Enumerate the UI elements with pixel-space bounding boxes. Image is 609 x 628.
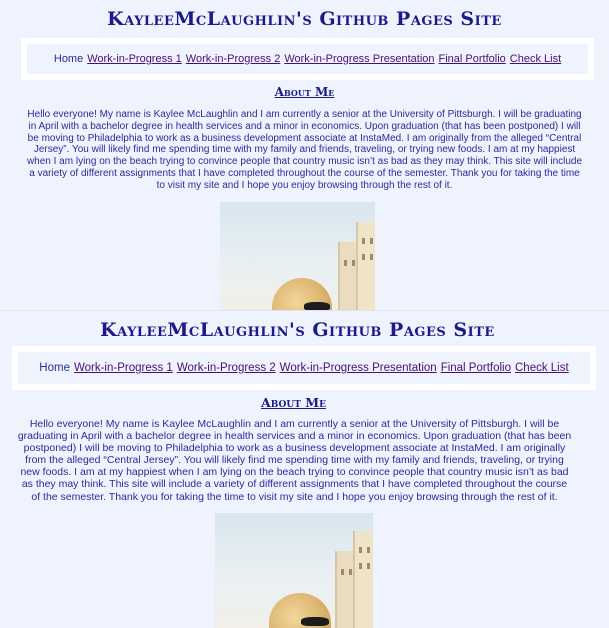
about-text: Hello everyone! My name is Kaylee McLaug… xyxy=(17,418,572,503)
nav-link-final-portfolio[interactable]: Final Portfolio xyxy=(441,362,511,374)
nav-link-wip-presentation[interactable]: Work-in-Progress Presentation xyxy=(280,362,437,374)
photo-window xyxy=(370,238,373,244)
photo-window xyxy=(362,254,365,260)
about-heading: About Me xyxy=(261,395,326,410)
nav-bar: Home Work-in-Progress 1 Work-in-Progress… xyxy=(12,346,596,390)
page-view-top: KayleeMcLaughlin's Github Pages Site Hom… xyxy=(0,0,609,310)
nav-home[interactable]: Home xyxy=(54,53,83,65)
nav-inner: Home Work-in-Progress 1 Work-in-Progress… xyxy=(27,44,588,74)
photo-window xyxy=(344,260,347,266)
nav-bar: Home Work-in-Progress 1 Work-in-Progress… xyxy=(21,38,594,80)
photo-window xyxy=(362,238,365,244)
site-title: KayleeMcLaughlin's Github Pages Site xyxy=(100,319,495,341)
photo-window xyxy=(359,563,362,569)
photo-window xyxy=(370,254,373,260)
photo-window xyxy=(352,260,355,266)
photo-window xyxy=(367,547,370,553)
about-text: Hello everyone! My name is Kaylee McLaug… xyxy=(26,109,583,191)
nav-link-final-portfolio[interactable]: Final Portfolio xyxy=(439,53,506,65)
photo-building xyxy=(356,222,375,310)
nav-link-check-list[interactable]: Check List xyxy=(510,53,561,65)
photo-sunglasses xyxy=(301,617,329,626)
nav-link-wip1[interactable]: Work-in-Progress 1 xyxy=(87,53,182,65)
page-view-bottom: KayleeMcLaughlin's Github Pages Site Hom… xyxy=(0,310,609,628)
photo-window xyxy=(359,547,362,553)
nav-inner: Home Work-in-Progress 1 Work-in-Progress… xyxy=(18,352,590,384)
nav-home[interactable]: Home xyxy=(39,362,70,374)
nav-link-check-list[interactable]: Check List xyxy=(515,362,569,374)
nav-link-wip1[interactable]: Work-in-Progress 1 xyxy=(74,362,173,374)
nav-link-wip2[interactable]: Work-in-Progress 2 xyxy=(186,53,281,65)
site-title: KayleeMcLaughlin's Github Pages Site xyxy=(107,8,502,30)
profile-photo xyxy=(215,513,373,628)
nav-link-wip-presentation[interactable]: Work-in-Progress Presentation xyxy=(284,53,434,65)
photo-sunglasses xyxy=(304,302,330,310)
photo-window xyxy=(349,569,352,575)
profile-photo xyxy=(220,202,375,310)
nav-link-wip2[interactable]: Work-in-Progress 2 xyxy=(177,362,276,374)
photo-building xyxy=(353,531,373,628)
about-heading: About Me xyxy=(274,85,335,99)
photo-window xyxy=(367,563,370,569)
photo-window xyxy=(341,569,344,575)
